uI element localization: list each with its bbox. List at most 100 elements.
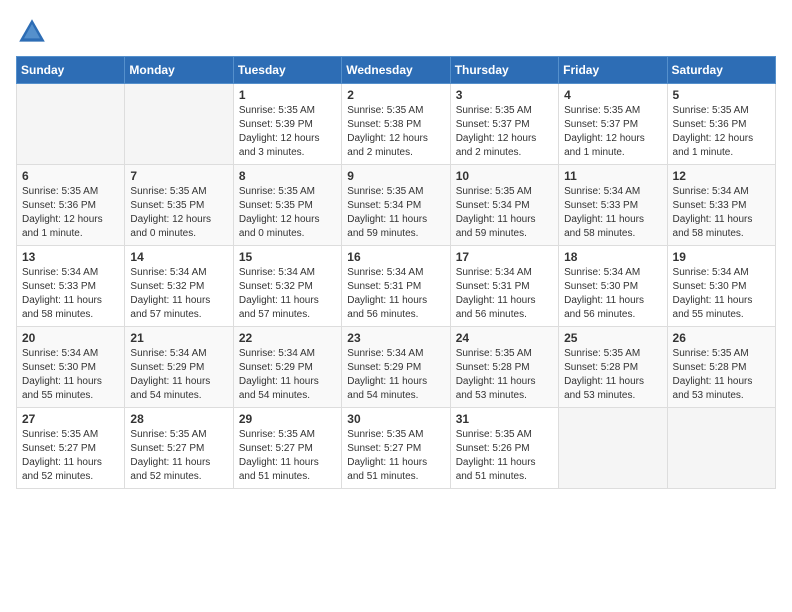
calendar-cell: 8Sunrise: 5:35 AMSunset: 5:35 PMDaylight… (233, 165, 341, 246)
day-number: 4 (564, 88, 661, 102)
calendar-cell: 16 Sunrise: 5:34 AMSunset: 5:31 PMDayligh… (342, 246, 450, 327)
calendar-cell: 11 Sunrise: 5:34 AMSunset: 5:33 PMDayligh… (559, 165, 667, 246)
cell-content: Sunrise: 5:35 AMSunset: 5:36 PMDaylight:… (22, 185, 119, 241)
cell-content: Sunrise: 5:35 AMSunset: 5:34 PMDaylight:… (456, 185, 553, 241)
calendar-cell: 2Sunrise: 5:35 AMSunset: 5:38 PMDaylight… (342, 84, 450, 165)
day-number: 22 (239, 331, 336, 345)
day-number: 31 (456, 412, 553, 426)
day-number: 28 (130, 412, 227, 426)
day-number: 1 (239, 88, 336, 102)
day-number: 27 (22, 412, 119, 426)
calendar-week-row: 1Sunrise: 5:35 AMSunset: 5:39 PMDaylight… (17, 84, 776, 165)
col-header-friday: Friday (559, 57, 667, 84)
day-number: 6 (22, 169, 119, 183)
calendar-cell: 17Sunrise: 5:34 AMSunset: 5:31 PMDayligh… (450, 246, 558, 327)
day-number: 9 (347, 169, 444, 183)
calendar-cell: 1Sunrise: 5:35 AMSunset: 5:39 PMDaylight… (233, 84, 341, 165)
cell-content: Sunrise: 5:34 AMSunset: 5:30 PMDaylight:… (22, 347, 119, 403)
day-number: 8 (239, 169, 336, 183)
day-number: 16 (347, 250, 444, 264)
cell-content: Sunrise: 5:34 AMSunset: 5:33 PMDaylight:… (564, 185, 661, 241)
calendar-cell: 9 Sunrise: 5:35 AMSunset: 5:34 PMDaylight… (342, 165, 450, 246)
calendar-cell: 10 Sunrise: 5:35 AMSunset: 5:34 PMDayligh… (450, 165, 558, 246)
day-number: 3 (456, 88, 553, 102)
day-number: 11 (564, 169, 661, 183)
cell-content: Sunrise: 5:35 AMSunset: 5:26 PMDaylight:… (456, 428, 553, 484)
logo (16, 16, 52, 48)
calendar-cell: 18 Sunrise: 5:34 AMSunset: 5:30 PMDayligh… (559, 246, 667, 327)
calendar-week-row: 20 Sunrise: 5:34 AMSunset: 5:30 PMDayligh… (17, 327, 776, 408)
calendar-cell: 24 Sunrise: 5:35 AMSunset: 5:28 PMDayligh… (450, 327, 558, 408)
day-number: 20 (22, 331, 119, 345)
day-number: 2 (347, 88, 444, 102)
calendar-cell: 19 Sunrise: 5:34 AMSunset: 5:30 PMDayligh… (667, 246, 775, 327)
day-number: 10 (456, 169, 553, 183)
calendar-cell: 31 Sunrise: 5:35 AMSunset: 5:26 PMDayligh… (450, 408, 558, 489)
day-number: 5 (673, 88, 770, 102)
day-number: 18 (564, 250, 661, 264)
cell-content: Sunrise: 5:35 AMSunset: 5:35 PMDaylight:… (130, 185, 227, 241)
calendar-cell: 23 Sunrise: 5:34 AMSunset: 5:29 PMDayligh… (342, 327, 450, 408)
cell-content: Sunrise: 5:34 AMSunset: 5:33 PMDaylight:… (673, 185, 770, 241)
cell-content: Sunrise: 5:35 AMSunset: 5:28 PMDaylight:… (673, 347, 770, 403)
day-number: 30 (347, 412, 444, 426)
cell-content: Sunrise: 5:34 AMSunset: 5:29 PMDaylight:… (130, 347, 227, 403)
calendar-cell: 7 Sunrise: 5:35 AMSunset: 5:35 PMDaylight… (125, 165, 233, 246)
day-number: 14 (130, 250, 227, 264)
day-number: 29 (239, 412, 336, 426)
calendar-cell (559, 408, 667, 489)
day-number: 13 (22, 250, 119, 264)
calendar-cell: 6 Sunrise: 5:35 AMSunset: 5:36 PMDaylight… (17, 165, 125, 246)
calendar-week-row: 13Sunrise: 5:34 AMSunset: 5:33 PMDayligh… (17, 246, 776, 327)
col-header-monday: Monday (125, 57, 233, 84)
calendar-cell: 28 Sunrise: 5:35 AMSunset: 5:27 PMDayligh… (125, 408, 233, 489)
cell-content: Sunrise: 5:35 AMSunset: 5:28 PMDaylight:… (564, 347, 661, 403)
calendar-cell: 3 Sunrise: 5:35 AMSunset: 5:37 PMDaylight… (450, 84, 558, 165)
cell-content: Sunrise: 5:34 AMSunset: 5:31 PMDaylight:… (347, 266, 444, 322)
cell-content: Sunrise: 5:35 AMSunset: 5:27 PMDaylight:… (22, 428, 119, 484)
cell-content: Sunrise: 5:35 AMSunset: 5:37 PMDaylight:… (456, 104, 553, 160)
calendar-week-row: 6 Sunrise: 5:35 AMSunset: 5:36 PMDaylight… (17, 165, 776, 246)
day-number: 7 (130, 169, 227, 183)
col-header-tuesday: Tuesday (233, 57, 341, 84)
col-header-wednesday: Wednesday (342, 57, 450, 84)
calendar-cell (125, 84, 233, 165)
calendar-cell: 25 Sunrise: 5:35 AMSunset: 5:28 PMDayligh… (559, 327, 667, 408)
page-header (16, 16, 776, 48)
day-number: 15 (239, 250, 336, 264)
calendar-cell: 15 Sunrise: 5:34 AMSunset: 5:32 PMDayligh… (233, 246, 341, 327)
cell-content: Sunrise: 5:34 AMSunset: 5:32 PMDaylight:… (130, 266, 227, 322)
cell-content: Sunrise: 5:35 AMSunset: 5:28 PMDaylight:… (456, 347, 553, 403)
day-number: 17 (456, 250, 553, 264)
calendar-cell: 20 Sunrise: 5:34 AMSunset: 5:30 PMDayligh… (17, 327, 125, 408)
day-number: 21 (130, 331, 227, 345)
cell-content: Sunrise: 5:35 AMSunset: 5:36 PMDaylight:… (673, 104, 770, 160)
day-number: 19 (673, 250, 770, 264)
calendar-cell: 12Sunrise: 5:34 AMSunset: 5:33 PMDayligh… (667, 165, 775, 246)
calendar-cell: 26Sunrise: 5:35 AMSunset: 5:28 PMDayligh… (667, 327, 775, 408)
day-number: 24 (456, 331, 553, 345)
day-number: 23 (347, 331, 444, 345)
calendar-cell: 14 Sunrise: 5:34 AMSunset: 5:32 PMDayligh… (125, 246, 233, 327)
calendar-cell: 30 Sunrise: 5:35 AMSunset: 5:27 PMDayligh… (342, 408, 450, 489)
cell-content: Sunrise: 5:35 AMSunset: 5:27 PMDaylight:… (347, 428, 444, 484)
cell-content: Sunrise: 5:34 AMSunset: 5:29 PMDaylight:… (347, 347, 444, 403)
cell-content: Sunrise: 5:35 AMSunset: 5:27 PMDaylight:… (239, 428, 336, 484)
cell-content: Sunrise: 5:35 AMSunset: 5:34 PMDaylight:… (347, 185, 444, 241)
calendar-cell: 5 Sunrise: 5:35 AMSunset: 5:36 PMDaylight… (667, 84, 775, 165)
day-number: 25 (564, 331, 661, 345)
calendar-table: SundayMondayTuesdayWednesdayThursdayFrid… (16, 56, 776, 489)
cell-content: Sunrise: 5:34 AMSunset: 5:32 PMDaylight:… (239, 266, 336, 322)
col-header-thursday: Thursday (450, 57, 558, 84)
col-header-sunday: Sunday (17, 57, 125, 84)
calendar-cell: 13Sunrise: 5:34 AMSunset: 5:33 PMDayligh… (17, 246, 125, 327)
col-header-saturday: Saturday (667, 57, 775, 84)
calendar-cell: 21 Sunrise: 5:34 AMSunset: 5:29 PMDayligh… (125, 327, 233, 408)
calendar-cell: 22Sunrise: 5:34 AMSunset: 5:29 PMDayligh… (233, 327, 341, 408)
cell-content: Sunrise: 5:34 AMSunset: 5:30 PMDaylight:… (673, 266, 770, 322)
cell-content: Sunrise: 5:34 AMSunset: 5:30 PMDaylight:… (564, 266, 661, 322)
calendar-week-row: 27 Sunrise: 5:35 AMSunset: 5:27 PMDayligh… (17, 408, 776, 489)
calendar-cell: 4Sunrise: 5:35 AMSunset: 5:37 PMDaylight… (559, 84, 667, 165)
calendar-cell: 27 Sunrise: 5:35 AMSunset: 5:27 PMDayligh… (17, 408, 125, 489)
cell-content: Sunrise: 5:35 AMSunset: 5:27 PMDaylight:… (130, 428, 227, 484)
